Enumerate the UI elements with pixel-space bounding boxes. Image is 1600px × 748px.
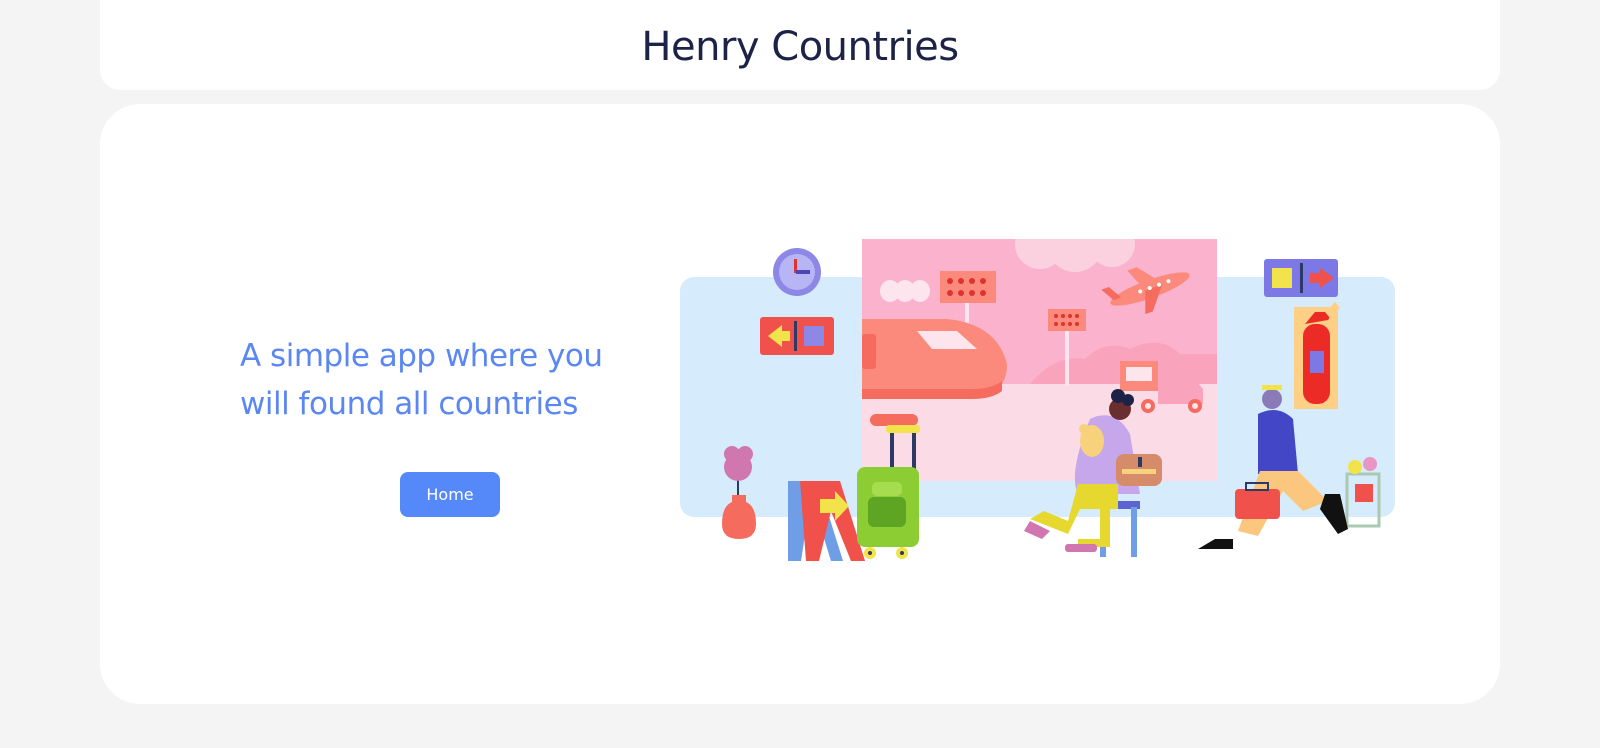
- page-title: Henry Countries: [641, 24, 959, 70]
- header-card: Henry Countries: [100, 0, 1500, 90]
- tagline-line-2: will found all countries: [240, 386, 578, 422]
- cloud-icon: [880, 280, 930, 302]
- direction-sign-left-icon: [760, 317, 834, 355]
- clock-icon: [773, 248, 821, 296]
- airport-illustration: [680, 239, 1395, 561]
- hero-card: A simple app where you will found all co…: [100, 104, 1500, 704]
- tagline-line-1: A simple app where you: [240, 338, 603, 374]
- hero-tagline: A simple app where you will found all co…: [240, 332, 660, 428]
- home-button[interactable]: Home: [400, 472, 500, 517]
- direction-sign-right-icon: [1264, 259, 1338, 297]
- fire-extinguisher-icon: [1294, 302, 1340, 409]
